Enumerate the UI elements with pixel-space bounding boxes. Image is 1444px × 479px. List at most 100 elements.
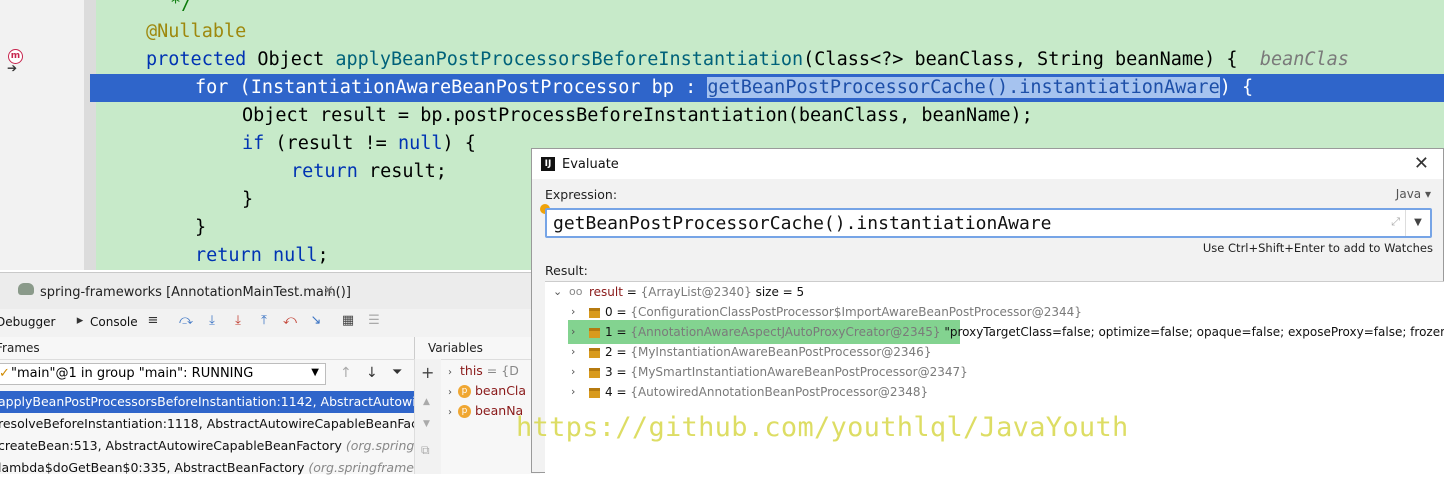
thread-label: "main"@1 in group "main": RUNNING [11, 366, 254, 381]
current-execution-line: for (InstantiationAwareBeanPostProcessor… [90, 74, 1444, 102]
run-to-cursor-icon[interactable]: ↘ [308, 313, 324, 329]
tree-item-row[interactable]: › 0 = {ConfigurationClassPostProcessor$I… [545, 302, 1444, 322]
keyword: null [272, 245, 318, 266]
trace-icon[interactable]: ☰ [366, 313, 382, 329]
stack-frame-row[interactable]: createBean:513, AbstractAutowireCapableB… [0, 435, 414, 457]
step-over-icon[interactable]: ⤼ [178, 313, 194, 329]
watch-glasses-icon: oo [569, 285, 583, 298]
keyword: for [195, 77, 229, 98]
check-icon: ✓ [0, 366, 10, 381]
code-text: (InstantiationAwareBeanPostProcessor bp … [228, 77, 708, 98]
up-arrow-icon[interactable]: ▲ [423, 397, 430, 407]
debug-session-title[interactable]: spring-frameworks [AnnotationMainTest.ma… [40, 285, 351, 300]
add-watch-icon[interactable]: + [421, 363, 434, 382]
item-ref: {ConfigurationClassPostProcessor$ImportA… [630, 305, 1082, 319]
result-label: Result: [545, 263, 588, 278]
tree-item-row[interactable]: › 4 = {AutowiredAnnotationBeanPostProces… [545, 382, 1444, 402]
result-name: result [589, 285, 623, 299]
expand-arrow-icon[interactable]: › [571, 382, 575, 402]
method-params: (Class<?> beanClass, String beanName) { [803, 49, 1238, 70]
menu-icon[interactable]: ≡ [145, 313, 161, 329]
tree-item-row[interactable]: › 2 = {MyInstantiationAwareBeanPostProce… [545, 342, 1444, 362]
expand-arrow-icon[interactable]: › [571, 342, 575, 362]
keyword: null [397, 133, 443, 154]
code-text: } [195, 217, 207, 238]
tree-item-row[interactable]: › 3 = {MySmartInstantiationAwareBeanPost… [545, 362, 1444, 382]
stack-frame-row[interactable]: lambda$doGetBean$0:335, AbstractBeanFact… [0, 457, 414, 479]
result-size: size = 5 [755, 285, 805, 299]
variables-toolbar: + ▲ ▼ ⧉ [414, 359, 441, 474]
expand-arrow-icon[interactable]: › [571, 322, 575, 342]
code-text: ) { [442, 133, 476, 154]
result-ref: {ArrayList@2340} [640, 285, 752, 299]
down-arrow-icon[interactable]: ↓ [366, 365, 378, 381]
tree-item-row[interactable]: › 1 = {AnnotationAwareAspectJAutoProxyCr… [545, 322, 1444, 342]
expand-arrow-icon[interactable]: › [571, 362, 575, 382]
field-icon [589, 307, 600, 318]
expand-editor-icon[interactable]: ⤢ [1391, 215, 1400, 229]
variable-name: this [460, 363, 483, 378]
expression-field[interactable]: ⤢ ▼ [545, 208, 1432, 238]
comment-text: */ [170, 0, 193, 14]
parameter-icon: p [458, 405, 471, 418]
close-icon[interactable]: ✕ [1414, 153, 1429, 174]
close-session-icon[interactable]: × [323, 283, 334, 298]
frames-header: Frames [0, 337, 414, 360]
item-ref: {MySmartInstantiationAwareBeanPostProces… [630, 365, 968, 379]
intellij-logo-icon: IJ [541, 157, 555, 171]
filter-icon[interactable]: ⏷ [392, 365, 402, 380]
variable-row[interactable]: › p beanCla [448, 383, 526, 398]
field-icon [589, 347, 600, 358]
expand-arrow-icon[interactable]: › [448, 387, 452, 398]
keyword: protected [146, 49, 247, 70]
result-tree[interactable]: ⌄ oo result = {ArrayList@2340} size = 5 … [545, 281, 1444, 475]
frames-label: Frames [0, 341, 40, 355]
code-text: (result != [264, 133, 398, 154]
field-icon [589, 367, 600, 378]
debug-session-tab[interactable]: spring-frameworks [AnnotationMainTest.ma… [0, 273, 540, 309]
tree-root-row[interactable]: ⌄ oo result = {ArrayList@2340} size = 5 [545, 282, 1444, 302]
force-step-into-icon[interactable]: ⤓ [230, 313, 246, 329]
frame-method: applyBeanPostProcessorsBeforeInstantiati… [0, 394, 414, 409]
item-index: 0 [605, 305, 613, 319]
down-arrow-icon[interactable]: ▼ [423, 419, 430, 429]
drop-frame-icon[interactable]: ⤺ [282, 313, 298, 329]
stack-frame-row[interactable]: applyBeanPostProcessorsBeforeInstantiati… [0, 391, 414, 413]
keyword: return [195, 245, 262, 266]
variable-row[interactable]: › p beanNa [448, 403, 523, 418]
selected-expression[interactable]: getBeanPostProcessorCache().instantiatio… [707, 77, 1220, 98]
evaluate-icon[interactable]: ▦ [340, 313, 356, 329]
console-icon: ▸ [76, 313, 84, 328]
code-text: ) { [1219, 77, 1254, 98]
step-out-icon[interactable]: ⤒ [256, 313, 272, 329]
chevron-down-icon[interactable]: ▼ [311, 367, 319, 378]
expand-arrow-icon[interactable]: › [571, 302, 575, 322]
stack-frame-row[interactable]: resolveBeforeInstantiation:1118, Abstrac… [0, 413, 414, 435]
code-line: @Nullable [0, 18, 1444, 46]
expand-arrow-icon[interactable]: › [448, 407, 452, 418]
chevron-down-icon[interactable]: ⌄ [553, 282, 562, 302]
expression-input[interactable] [553, 212, 1373, 234]
expand-arrow-icon[interactable]: › [448, 367, 452, 378]
method-name[interactable]: applyBeanPostProcessorsBeforeInstantiati… [335, 49, 803, 70]
field-icon [589, 327, 600, 338]
up-arrow-icon[interactable]: ↑ [340, 365, 352, 381]
debug-tool-window: spring-frameworks [AnnotationMainTest.ma… [0, 272, 541, 475]
item-index: 2 [605, 345, 613, 359]
item-index: 4 [605, 385, 613, 399]
return-type: Object [257, 49, 325, 70]
step-into-icon[interactable]: ⤓ [204, 313, 220, 329]
tab-console[interactable]: Console [90, 315, 138, 329]
variables-header: Variables [414, 337, 541, 360]
code-text: } [242, 189, 254, 210]
frame-method: resolveBeforeInstantiation:1118, Abstrac… [0, 416, 414, 431]
tab-debugger[interactable]: Debugger [0, 315, 55, 329]
history-dropdown-icon[interactable]: ▼ [1405, 210, 1430, 236]
keyword: if [242, 133, 265, 154]
thread-select[interactable]: ✓ "main"@1 in group "main": RUNNING ▼ [0, 363, 326, 385]
dialog-title-bar[interactable]: IJ Evaluate ✕ [532, 149, 1443, 179]
variable-row[interactable]: › this = {D [448, 363, 519, 378]
copy-icon[interactable]: ⧉ [421, 443, 430, 458]
language-select[interactable]: Java ▾ [1396, 187, 1431, 201]
item-ref: {AnnotationAwareAspectJAutoProxyCreator@… [630, 325, 941, 339]
